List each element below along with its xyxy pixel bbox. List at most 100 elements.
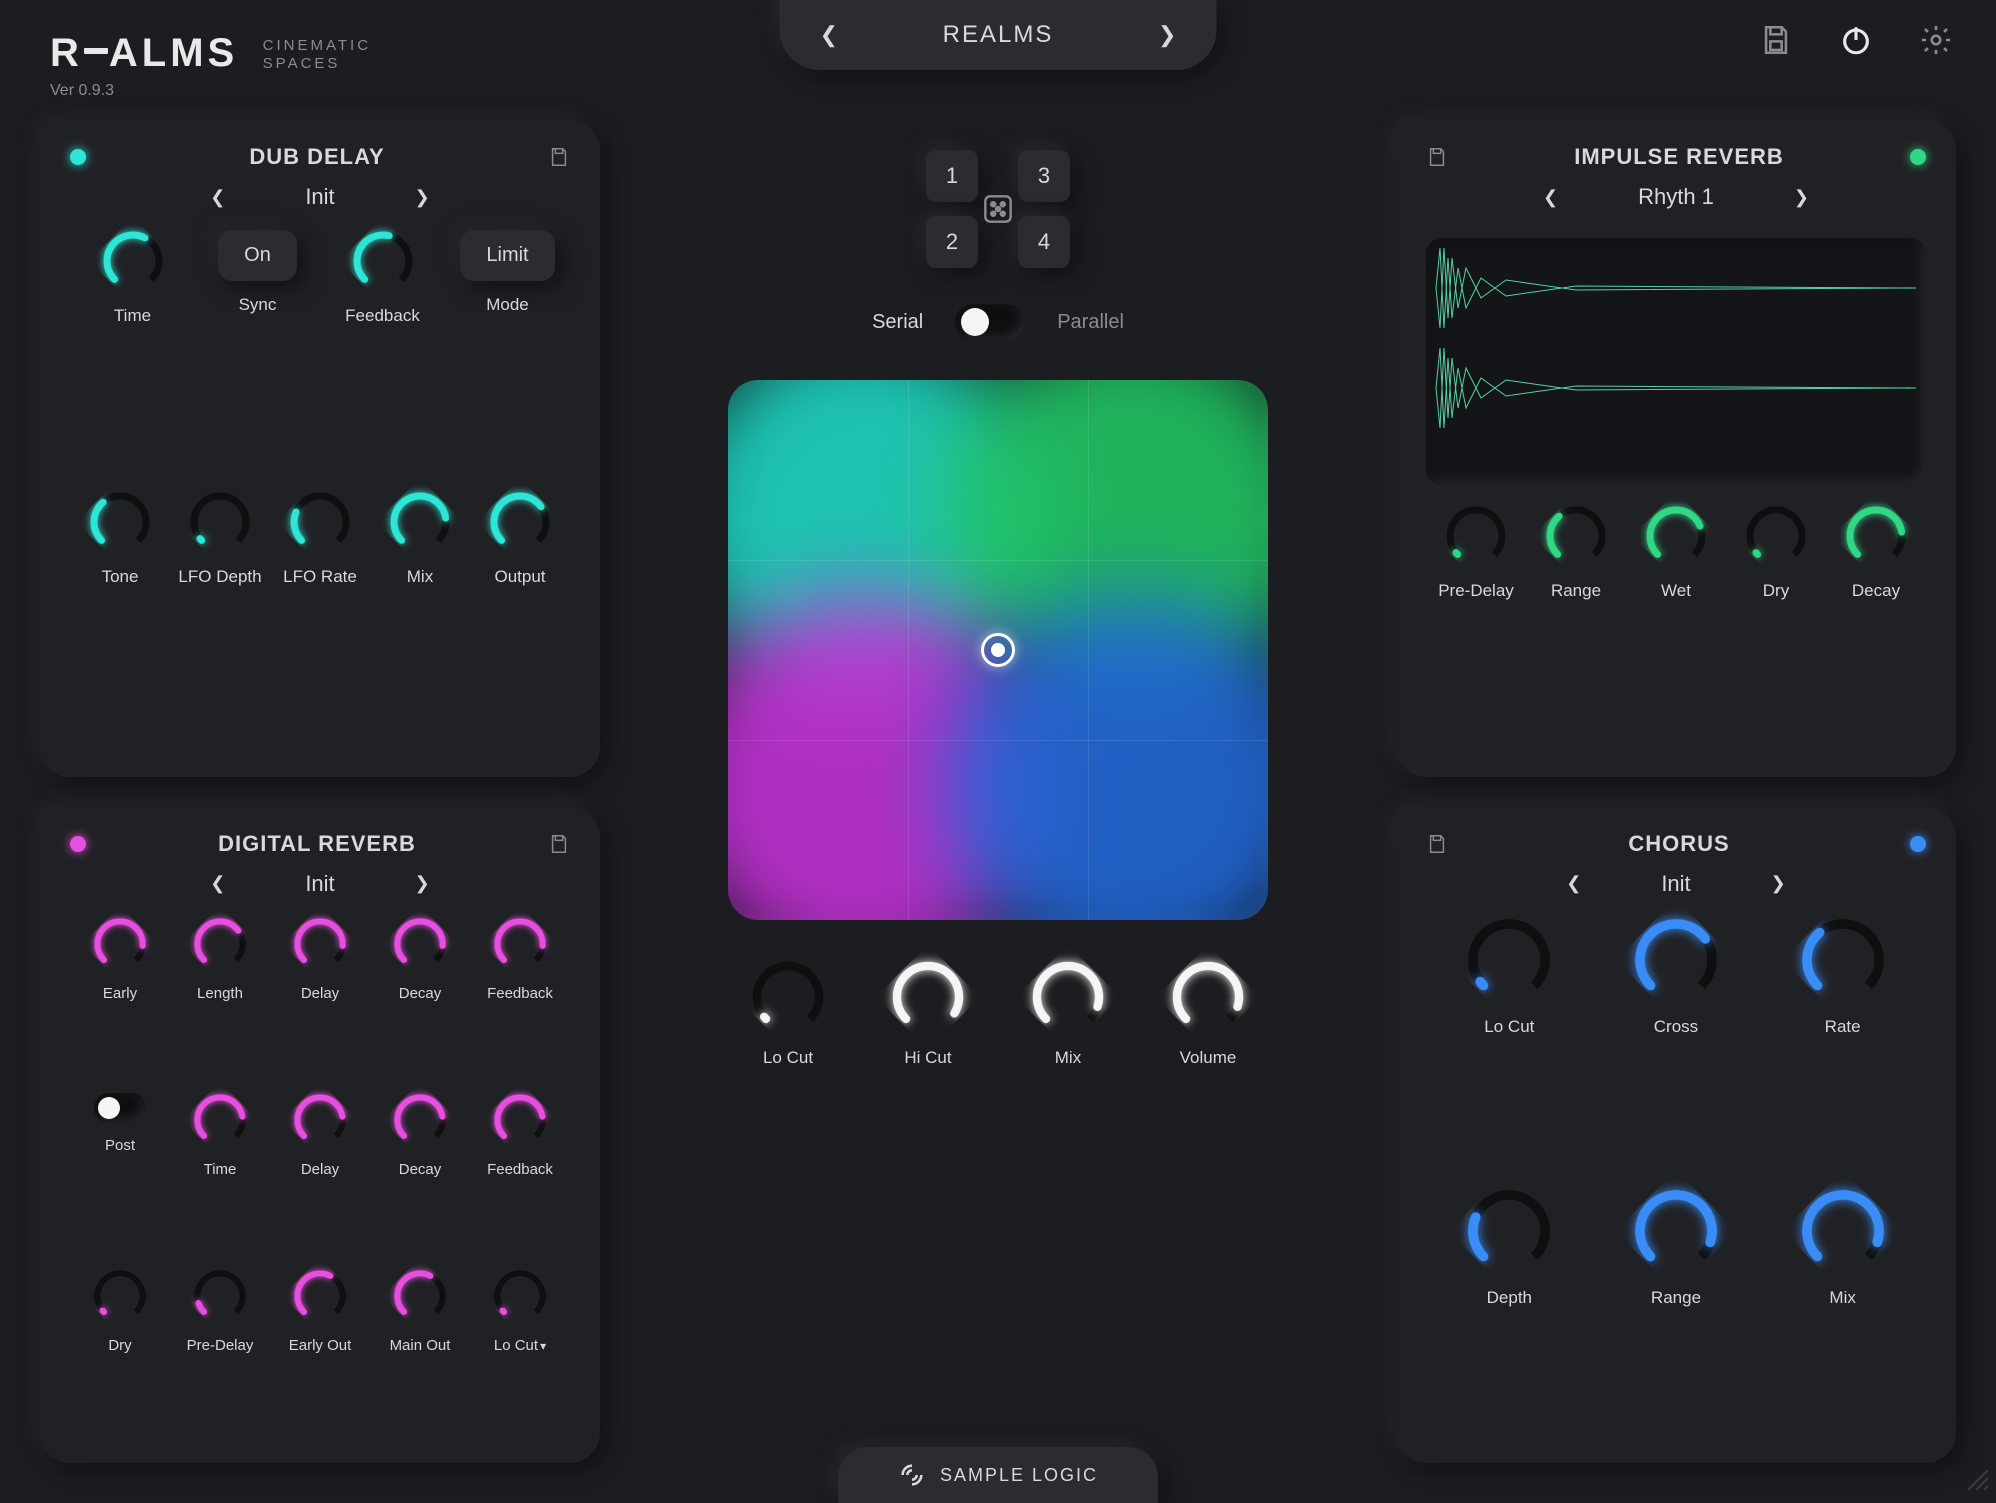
feedback-knob[interactable] [352, 230, 414, 292]
digireverb-led[interactable] [70, 836, 86, 852]
brand-text: SAMPLE LOGIC [940, 1465, 1098, 1486]
preset-prev-button[interactable]: ❮ [820, 22, 838, 48]
post-label: Post [105, 1137, 135, 1154]
master-locut-knob[interactable] [751, 960, 825, 1034]
master-mix-knob[interactable] [1031, 960, 1105, 1034]
time-knob[interactable] [102, 230, 164, 292]
dub-delay-save-icon[interactable] [548, 146, 570, 168]
rate-knob[interactable] [1800, 917, 1886, 1003]
feedback-knob[interactable] [493, 917, 547, 971]
preset-next-button[interactable]: ❯ [1158, 22, 1176, 48]
dry-knob[interactable] [1745, 505, 1807, 567]
digireverb-title: DIGITAL REVERB [86, 831, 548, 857]
brand-footer: SAMPLE LOGIC [838, 1447, 1158, 1503]
slot-4[interactable]: 4 [1018, 216, 1070, 268]
pre-delay-label: Pre-Delay [187, 1337, 254, 1354]
mode-button[interactable]: Limit [460, 230, 554, 281]
master-locut-label: Lo Cut [763, 1048, 813, 1068]
decay-knob[interactable] [393, 917, 447, 971]
tone-knob[interactable] [89, 491, 151, 553]
mix-knob[interactable] [389, 491, 451, 553]
impulse-led[interactable] [1910, 149, 1926, 165]
slot-3[interactable]: 3 [1018, 150, 1070, 202]
digireverb-preset-next[interactable]: ❯ [415, 873, 430, 894]
sync-label: Sync [239, 295, 277, 315]
digireverb-preset-prev[interactable]: ❮ [210, 873, 225, 894]
settings-icon[interactable] [1916, 20, 1956, 60]
impulse-waveform[interactable] [1426, 238, 1926, 485]
decay-label: Decay [399, 985, 442, 1002]
slot-1[interactable]: 1 [926, 150, 978, 202]
output-knob[interactable] [489, 491, 551, 553]
main-out-knob[interactable] [393, 1269, 447, 1323]
power-icon[interactable] [1836, 20, 1876, 60]
dry-label: Dry [1763, 581, 1789, 601]
wet-knob[interactable] [1645, 505, 1707, 567]
early-label: Early [103, 985, 137, 1002]
digireverb-save-icon[interactable] [548, 833, 570, 855]
sync-button[interactable]: On [218, 230, 297, 281]
chorus-preset-next[interactable]: ❯ [1771, 873, 1786, 894]
length-label: Length [197, 985, 243, 1002]
delay-knob[interactable] [293, 1093, 347, 1147]
xy-pad[interactable] [728, 380, 1268, 920]
pre-delay-knob[interactable] [193, 1269, 247, 1323]
randomize-dice-icon[interactable] [979, 190, 1017, 228]
impulse-save-icon[interactable] [1426, 146, 1448, 168]
mix-knob[interactable] [1800, 1188, 1886, 1274]
lo-cut-label: Lo Cut▾ [494, 1337, 546, 1354]
tone-label: Tone [102, 567, 139, 587]
product-logo: RALMS [50, 31, 238, 76]
digireverb-preset[interactable]: Init [305, 871, 334, 897]
chorus-preset-prev[interactable]: ❮ [1566, 873, 1581, 894]
chorus-title: CHORUS [1448, 831, 1910, 857]
dub-delay-led[interactable] [70, 149, 86, 165]
lo-cut-knob[interactable] [1466, 917, 1552, 1003]
dub-delay-preset[interactable]: Init [305, 184, 334, 210]
length-knob[interactable] [193, 917, 247, 971]
feedback-knob[interactable] [493, 1093, 547, 1147]
mode-label: Mode [486, 295, 529, 315]
master-knobs: Lo Cut Hi Cut Mix Volume [738, 960, 1258, 1068]
slot-2[interactable]: 2 [926, 216, 978, 268]
range-label: Range [1551, 581, 1601, 601]
master-hicut-label: Hi Cut [904, 1048, 951, 1068]
decay-label: Decay [399, 1161, 442, 1178]
chorus-preset[interactable]: Init [1661, 871, 1690, 897]
depth-knob[interactable] [1466, 1188, 1552, 1274]
dub-delay-preset-next[interactable]: ❯ [415, 187, 430, 208]
preset-name[interactable]: REALMS [898, 21, 1098, 49]
routing-mode-toggle[interactable] [955, 304, 1025, 340]
decay-knob[interactable] [1845, 505, 1907, 567]
range-knob[interactable] [1545, 505, 1607, 567]
output-label: Output [494, 567, 545, 587]
early-knob[interactable] [93, 917, 147, 971]
lfo-rate-knob[interactable] [289, 491, 351, 553]
decay-knob[interactable] [393, 1093, 447, 1147]
time-knob[interactable] [193, 1093, 247, 1147]
cross-knob[interactable] [1633, 917, 1719, 1003]
master-volume-knob[interactable] [1171, 960, 1245, 1034]
lfo-depth-knob[interactable] [189, 491, 251, 553]
post-toggle[interactable] [94, 1093, 146, 1123]
chorus-save-icon[interactable] [1426, 833, 1448, 855]
chorus-led[interactable] [1910, 836, 1926, 852]
range-knob[interactable] [1633, 1188, 1719, 1274]
impulse-preset-next[interactable]: ❯ [1794, 187, 1809, 208]
impulse-preset-prev[interactable]: ❮ [1543, 187, 1558, 208]
resize-handle-icon[interactable] [1964, 1466, 1990, 1497]
lo-cut-knob[interactable] [493, 1269, 547, 1323]
delay-knob[interactable] [293, 917, 347, 971]
pre-delay-knob[interactable] [1445, 505, 1507, 567]
save-icon[interactable] [1756, 20, 1796, 60]
master-mix-label: Mix [1055, 1048, 1081, 1068]
impulse-title: IMPULSE REVERB [1448, 144, 1910, 170]
dub-delay-preset-prev[interactable]: ❮ [210, 187, 225, 208]
xy-cursor[interactable] [981, 633, 1015, 667]
master-hicut-knob[interactable] [891, 960, 965, 1034]
early-out-knob[interactable] [293, 1269, 347, 1323]
lfo-rate-label: LFO Rate [283, 567, 357, 587]
feedback-label: Feedback [487, 985, 553, 1002]
impulse-preset[interactable]: Rhyth 1 [1638, 184, 1714, 210]
dry-knob[interactable] [93, 1269, 147, 1323]
